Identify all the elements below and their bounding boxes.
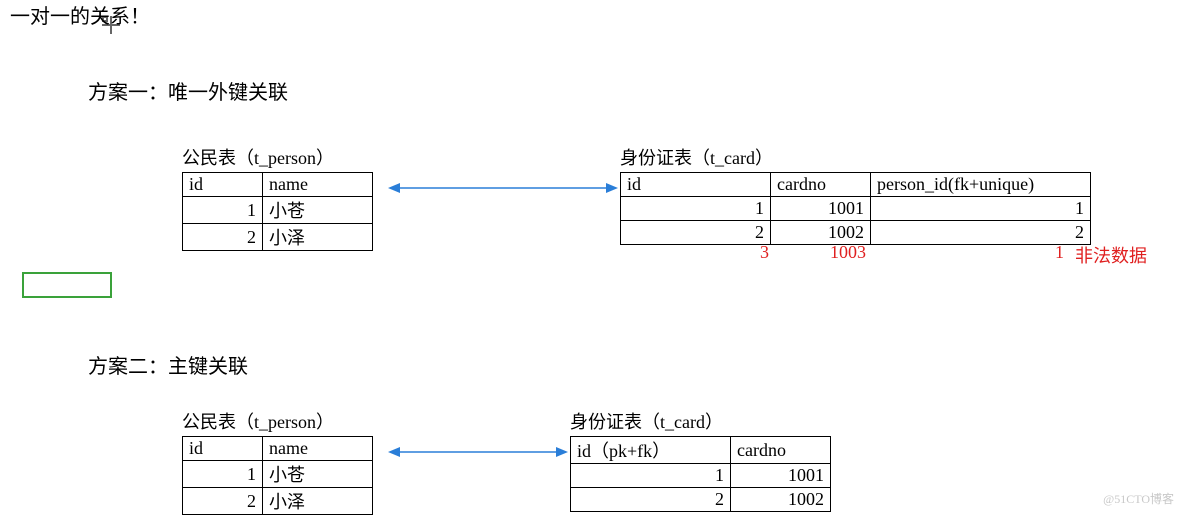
table-caption: 身份证表（t_card） — [620, 144, 1091, 172]
section1-title: 方案一：唯一外键关联 — [88, 76, 288, 105]
col-pid: person_id(fk+unique) — [871, 173, 1091, 197]
relation-arrow-icon — [388, 442, 568, 462]
section2-person-table: 公民表（t_person） id name 1 小苍 2 小泽 — [182, 408, 373, 515]
cell-id: 1 — [183, 461, 263, 488]
cell-id: 1 — [621, 197, 771, 221]
cell-pid: 1 — [871, 197, 1091, 221]
cell-id: 2 — [183, 488, 263, 515]
table-header-row: id name — [183, 173, 373, 197]
section1-person-table: 公民表（t_person） id name 1 小苍 2 小泽 — [182, 144, 373, 251]
cell-id: 2 — [571, 488, 731, 512]
cell-id: 2 — [183, 224, 263, 251]
table-row: 2 小泽 — [183, 224, 373, 251]
cell-name: 小苍 — [263, 461, 373, 488]
col-cardno: cardno — [731, 437, 831, 464]
col-id: id — [621, 173, 771, 197]
table-row: 2 1002 — [571, 488, 831, 512]
table-row: 1 1001 — [571, 464, 831, 488]
table-row: 1 小苍 — [183, 461, 373, 488]
illegal-note: 非法数据 — [1075, 242, 1147, 268]
col-id: id（pk+fk） — [571, 437, 731, 464]
col-name: name — [263, 437, 373, 461]
col-name: name — [263, 173, 373, 197]
cell-cardno: 1002 — [731, 488, 831, 512]
table-row: 2 1002 2 — [621, 221, 1091, 245]
cell-cardno: 1001 — [731, 464, 831, 488]
cursor-icon — [100, 14, 122, 36]
cell-name: 小苍 — [263, 197, 373, 224]
highlight-box — [22, 272, 112, 298]
cell-id: 2 — [621, 221, 771, 245]
cell-name: 小泽 — [263, 488, 373, 515]
table-row: 1 1001 1 — [621, 197, 1091, 221]
table-header-row: id cardno person_id(fk+unique) — [621, 173, 1091, 197]
illegal-id: 3 — [760, 242, 769, 263]
cell-pid: 2 — [871, 221, 1091, 245]
cell-cardno: 1001 — [771, 197, 871, 221]
col-cardno: cardno — [771, 173, 871, 197]
table-row: 1 小苍 — [183, 197, 373, 224]
cell-cardno: 1002 — [771, 221, 871, 245]
table-row: 2 小泽 — [183, 488, 373, 515]
section1-card-table: 身份证表（t_card） id cardno person_id(fk+uniq… — [620, 144, 1091, 245]
col-id: id — [183, 437, 263, 461]
illegal-cardno: 1003 — [830, 242, 866, 263]
table-caption: 公民表（t_person） — [182, 408, 373, 436]
cell-name: 小泽 — [263, 224, 373, 251]
table-header-row: id（pk+fk） cardno — [571, 437, 831, 464]
relation-arrow-icon — [388, 178, 618, 198]
watermark: @51CTO博客 — [1103, 490, 1174, 507]
table-caption: 身份证表（t_card） — [570, 408, 831, 436]
section2-title: 方案二：主键关联 — [88, 350, 248, 379]
cell-id: 1 — [183, 197, 263, 224]
illegal-pid: 1 — [1055, 242, 1064, 263]
col-id: id — [183, 173, 263, 197]
page-title: 一对一的关系！ — [10, 0, 150, 29]
cell-id: 1 — [571, 464, 731, 488]
table-caption: 公民表（t_person） — [182, 144, 373, 172]
table-header-row: id name — [183, 437, 373, 461]
section2-card-table: 身份证表（t_card） id（pk+fk） cardno 1 1001 2 1… — [570, 408, 831, 512]
